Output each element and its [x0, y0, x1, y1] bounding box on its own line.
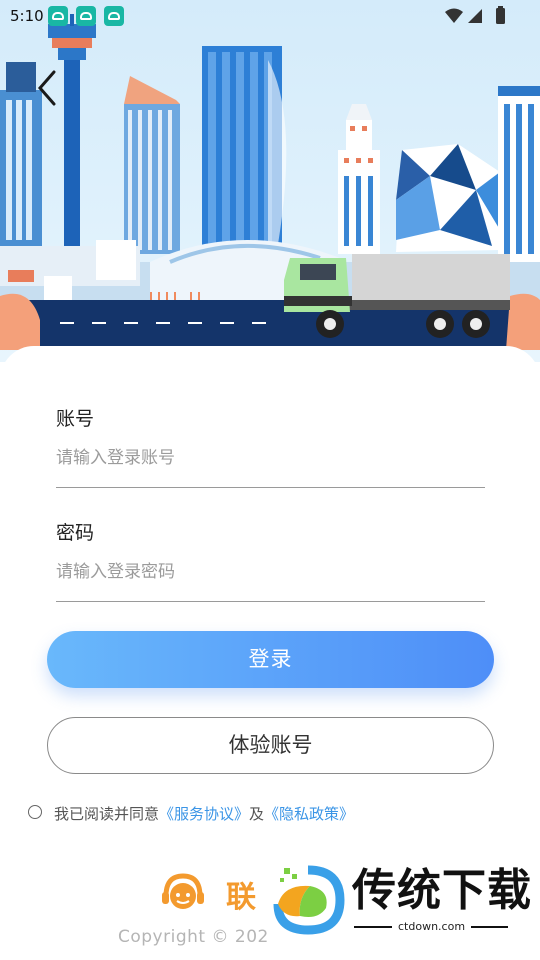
back-button[interactable] [30, 68, 64, 108]
car-app-icon [76, 6, 96, 26]
password-input[interactable] [56, 552, 485, 592]
privacy-policy-link[interactable]: 《隐私政策》 [264, 805, 354, 823]
car-app-icon [48, 6, 68, 26]
agreement-prefix: 我已阅读并同意 [54, 805, 160, 823]
city-illustration [0, 14, 540, 350]
car-app-icon [104, 6, 124, 26]
wifi-icon [445, 8, 463, 23]
copyright-text: Copyright © 202 [118, 927, 269, 947]
login-button[interactable]: 登录 [47, 631, 494, 688]
watermark-logo-icon [273, 865, 345, 935]
watermark-url: ctdown.com [392, 921, 472, 933]
status-indicators [445, 6, 505, 24]
agreement-conjunction: 及 [249, 805, 265, 823]
watermark-title: 传统下载 [352, 865, 532, 916]
status-bar: 5:10 [0, 0, 540, 32]
battery-icon [496, 8, 505, 24]
chevron-left-icon [38, 70, 56, 106]
brand-name: 联 [226, 880, 256, 915]
hero-illustration [0, 0, 540, 362]
signal-icon [468, 9, 482, 23]
password-label: 密码 [56, 522, 95, 544]
headset-logo-icon [162, 873, 204, 909]
account-input[interactable] [56, 438, 485, 478]
account-underline [56, 487, 485, 488]
trial-account-button[interactable]: 体验账号 [47, 717, 494, 774]
account-label: 账号 [56, 408, 95, 430]
service-agreement-link[interactable]: 《服务协议》 [159, 805, 249, 823]
password-underline [56, 601, 485, 602]
status-time: 5:10 [10, 7, 44, 25]
agreement-checkbox[interactable] [28, 805, 42, 819]
